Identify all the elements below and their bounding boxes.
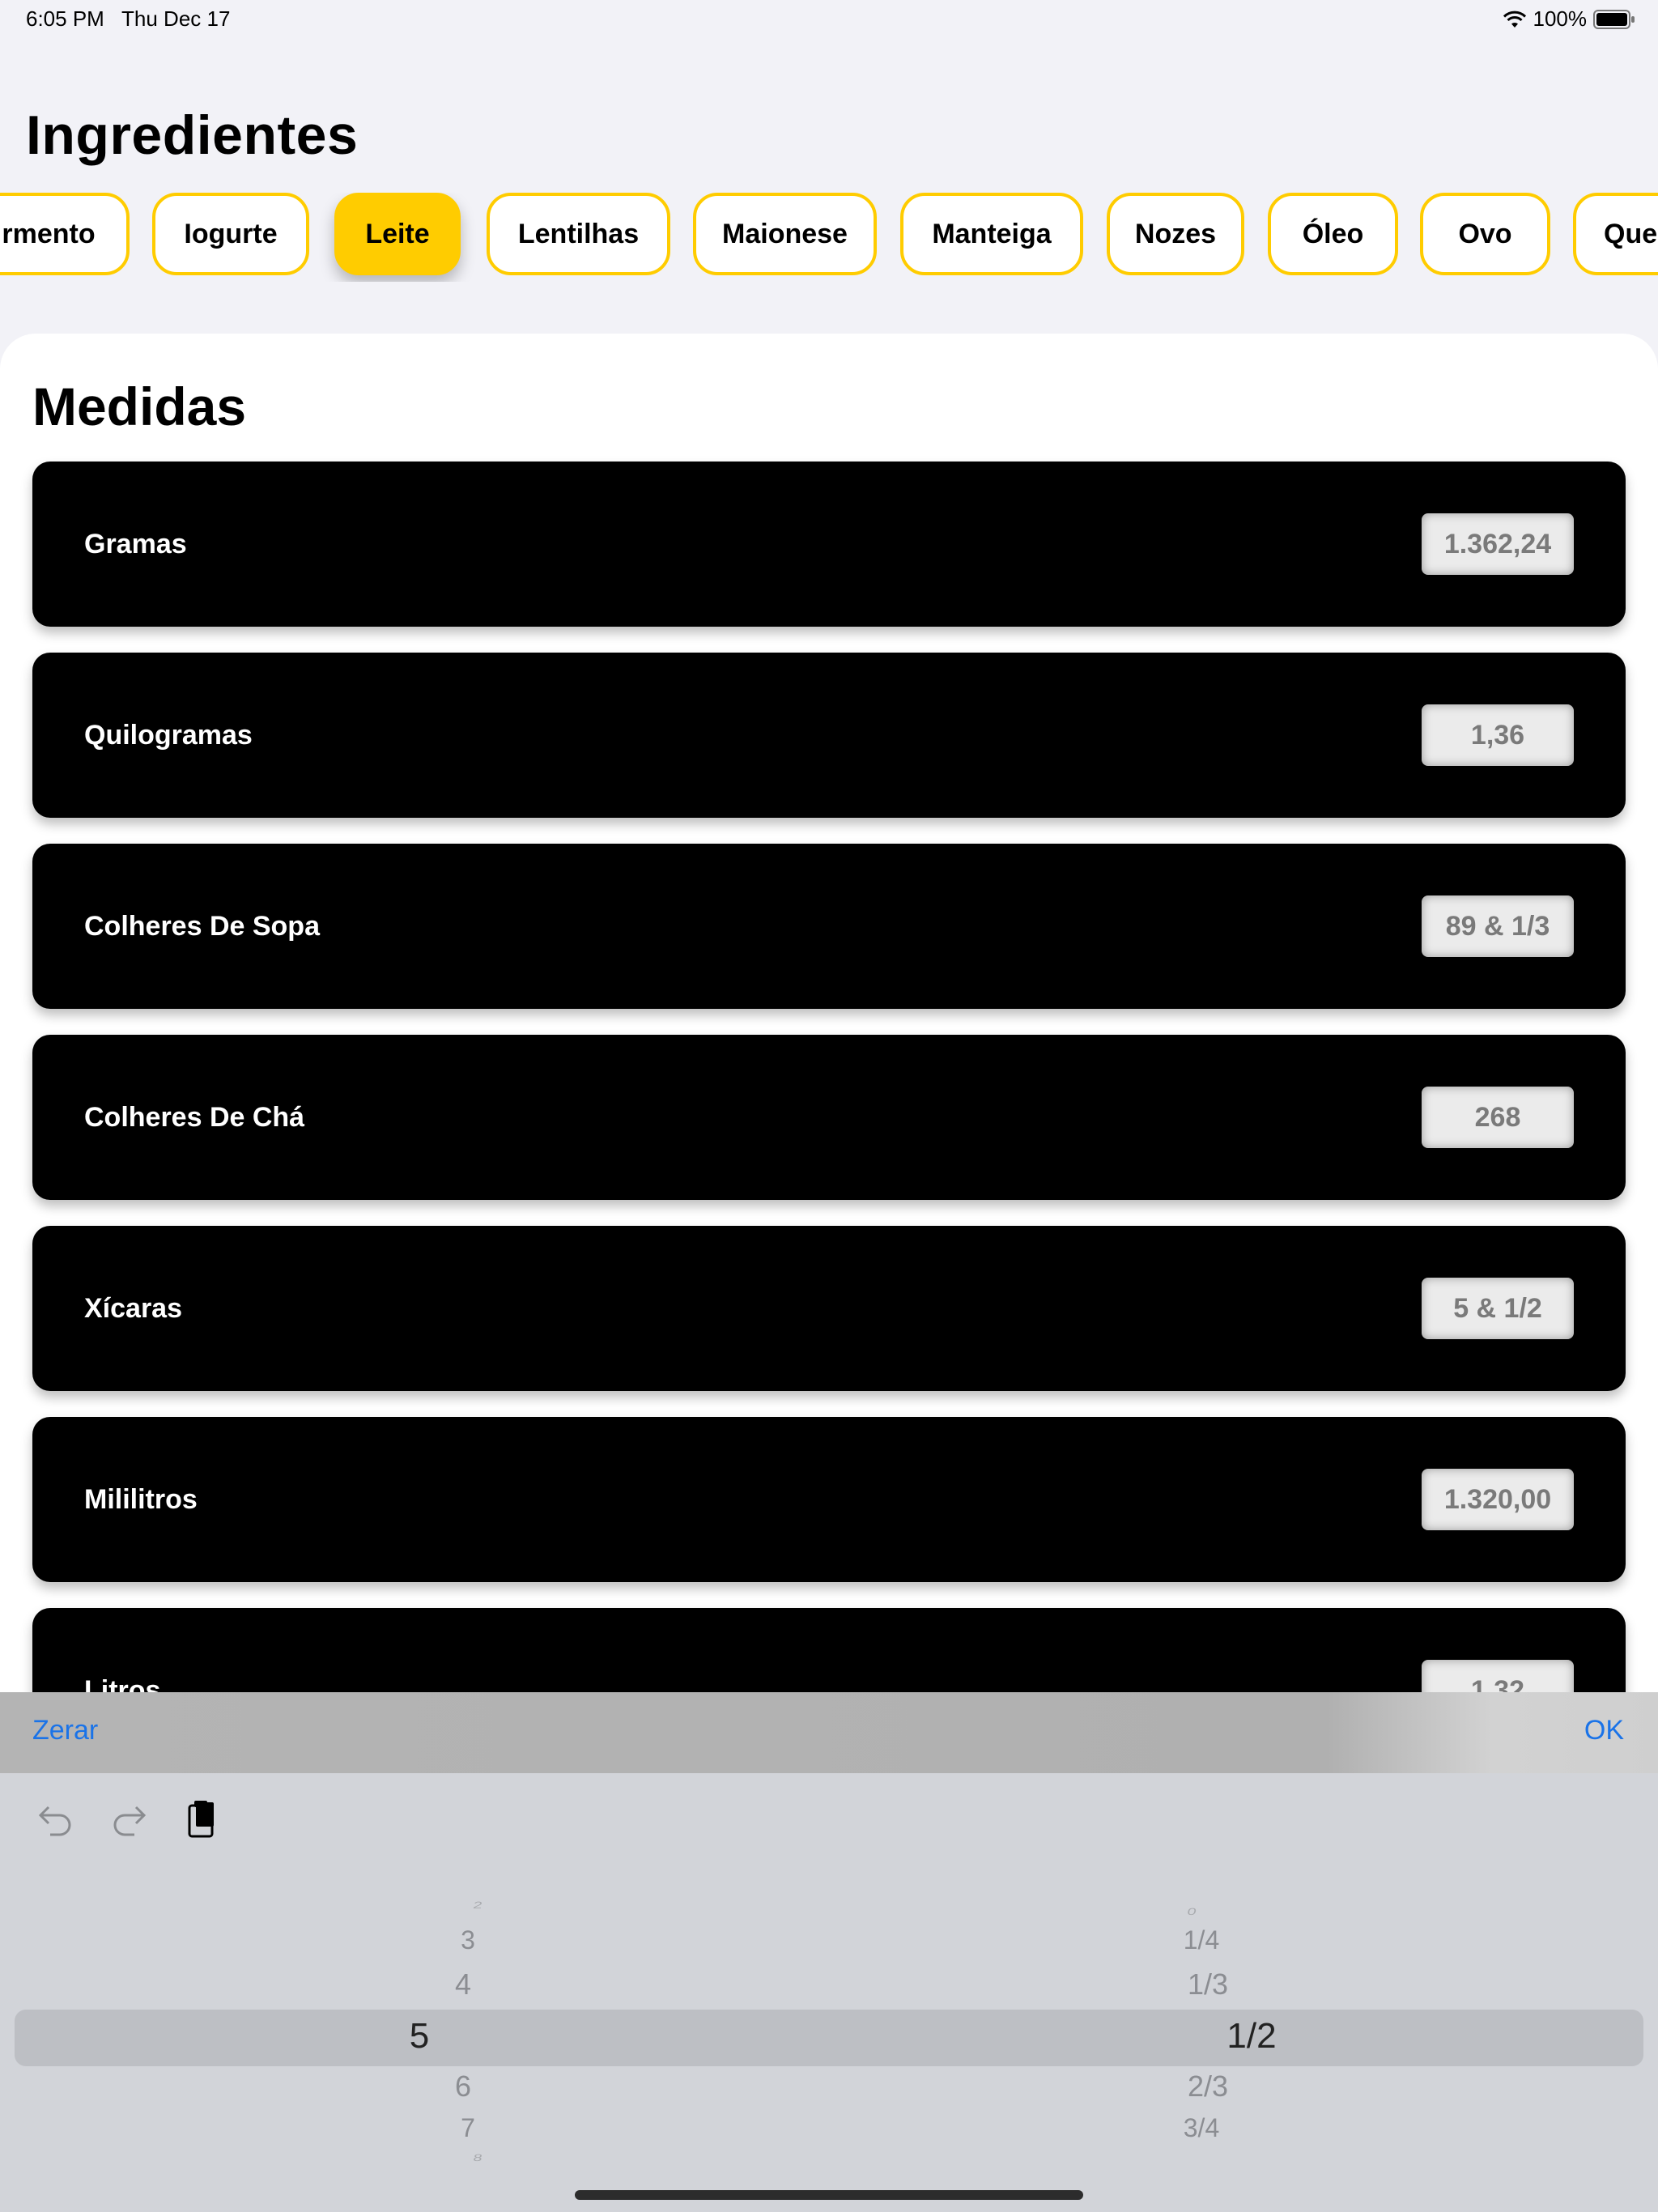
measure-row-colheres-de-sopa[interactable]: Colheres De Sopa 89 & 1/3 (32, 844, 1626, 1009)
measure-label: Gramas (84, 529, 187, 559)
picker-item: 1/4 (1183, 1925, 1220, 1955)
picker-item: 7 (461, 2113, 475, 2142)
picker-item-selected: 1/2 (1226, 2016, 1277, 2056)
page-title: Ingredientes (26, 104, 359, 166)
measure-value-field[interactable]: 268 (1422, 1087, 1574, 1148)
picker-item: 1/3 (1187, 1967, 1229, 2001)
measure-row-gramas[interactable]: Gramas 1.362,24 (32, 462, 1626, 627)
measure-row-quilogramas[interactable]: Quilogramas 1,36 (32, 653, 1626, 818)
picker-selection-highlight (15, 2010, 1643, 2066)
picker-item: 3/4 (1183, 2113, 1220, 2142)
chip-label: Lentilhas (517, 218, 640, 249)
input-accessory-bar: Zerar OK (0, 1692, 1658, 1773)
measure-value-field[interactable]: 1.320,00 (1422, 1469, 1574, 1530)
measure-label: Colheres De Sopa (84, 911, 320, 942)
chip-iogurte[interactable]: Iogurte (152, 193, 309, 275)
chip-maionese[interactable]: Maionese (693, 193, 877, 275)
chip-label: Maionese (722, 218, 848, 249)
chip-oleo[interactable]: Óleo (1268, 193, 1398, 275)
measure-label: Mililitros (84, 1484, 198, 1515)
picker-item: 3 (461, 1925, 475, 1955)
measure-value-field[interactable]: 89 & 1/3 (1422, 895, 1574, 957)
picker-item: 2/3 (1187, 2069, 1229, 2103)
reset-button[interactable]: Zerar (32, 1715, 98, 1746)
picker-item: 2 (472, 1899, 484, 1911)
chip-label: Ovo (1458, 218, 1512, 249)
chip-ovo[interactable]: Ovo (1420, 193, 1550, 275)
picker-item: 0 (1186, 1906, 1198, 1917)
paste-icon[interactable] (178, 1796, 227, 1844)
chip-lentilhas[interactable]: Lentilhas (487, 193, 670, 275)
measure-label: Xícaras (84, 1293, 182, 1324)
measure-label: Quilogramas (84, 720, 253, 751)
chip-nozes[interactable]: Nozes (1107, 193, 1244, 275)
measure-value-field[interactable]: 1.362,24 (1422, 513, 1574, 575)
picker-item: 8 (472, 2152, 484, 2163)
status-indicators: 100% (1503, 6, 1636, 32)
redo-icon[interactable] (104, 1796, 152, 1844)
ok-button[interactable]: OK (1584, 1715, 1624, 1746)
chip-leite[interactable]: Leite (334, 193, 461, 275)
chip-manteiga[interactable]: Manteiga (900, 193, 1083, 275)
measures-title: Medidas (32, 376, 247, 436)
ingredient-chips[interactable]: rmento Iogurte Leite Lentilhas Maionese … (0, 193, 1658, 282)
chip-label: Óleo (1302, 218, 1364, 249)
picker-item: 4 (454, 1967, 472, 2001)
chip-label: Nozes (1134, 218, 1217, 249)
battery-icon (1593, 9, 1635, 29)
measure-row-colheres-de-cha[interactable]: Colheres De Chá 268 (32, 1035, 1626, 1200)
chip-label: rmento (2, 218, 96, 249)
undo-icon[interactable] (32, 1796, 81, 1844)
measure-row-mililitros[interactable]: Mililitros 1.320,00 (32, 1417, 1626, 1582)
picker-item: 6 (454, 2069, 472, 2103)
measure-value-field[interactable]: 1,36 (1422, 704, 1574, 766)
measure-row-xicaras[interactable]: Xícaras 5 & 1/2 (32, 1226, 1626, 1391)
status-bar: 6:05 PM Thu Dec 17 100% (0, 0, 1658, 39)
chip-label: Manteiga (932, 218, 1052, 249)
measure-label: Colheres De Chá (84, 1102, 305, 1133)
chip-label: Quei (1604, 218, 1658, 249)
wifi-icon (1503, 11, 1526, 28)
measure-value-field[interactable]: 5 & 1/2 (1422, 1278, 1574, 1339)
home-indicator (575, 2190, 1083, 2200)
chip-queijo[interactable]: Quei (1573, 193, 1658, 275)
measures-sheet: Medidas Gramas 1.362,24 Quilogramas 1,36… (0, 334, 1658, 1710)
picker-item-selected: 5 (409, 2016, 430, 2056)
chip-fermento[interactable]: rmento (0, 193, 130, 275)
chip-label: Iogurte (184, 218, 278, 249)
chip-label: Leite (365, 218, 430, 249)
battery-percentage: 100% (1533, 6, 1588, 31)
picker-keyboard: 2 3 4 5 6 7 8 0 1/4 1/3 1/2 2/3 3/4 (0, 1773, 1658, 2212)
status-time-date: 6:05 PM Thu Dec 17 (26, 6, 231, 31)
